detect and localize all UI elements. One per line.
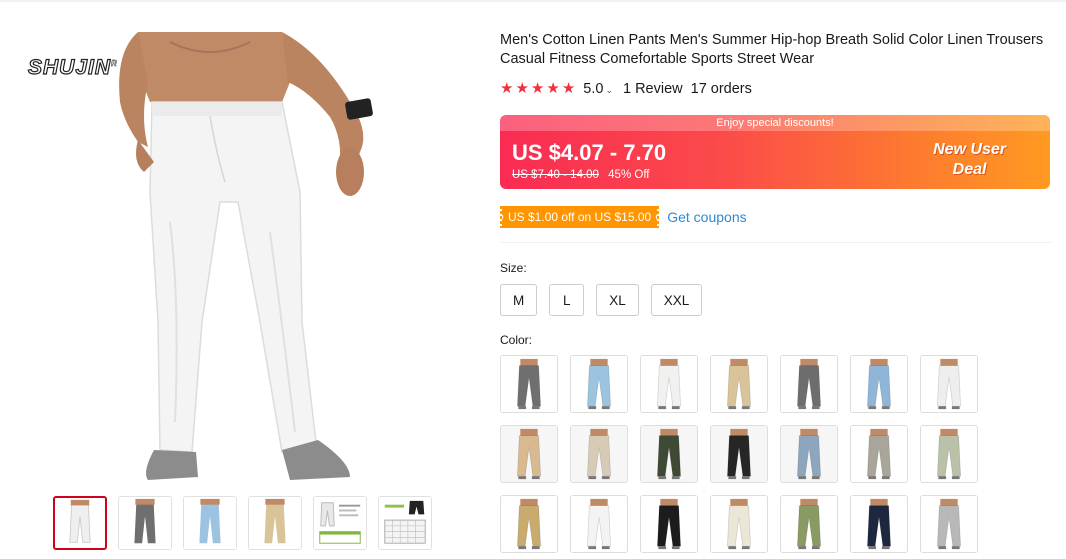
chevron-down-icon[interactable]: ⌄ [605, 85, 613, 96]
pants-thumbnail-image [501, 496, 557, 552]
price-banner: Enjoy special discounts! US $4.07 - 7.70… [500, 115, 1050, 189]
color-swatch[interactable] [640, 425, 698, 483]
color-swatch[interactable] [710, 495, 768, 553]
pants-thumbnail-image [921, 356, 977, 412]
color-swatch-grid [500, 355, 978, 553]
star-icon: ★ [500, 80, 514, 97]
top-divider [0, 0, 1066, 2]
color-swatch[interactable] [570, 495, 628, 553]
color-swatch[interactable] [710, 355, 768, 413]
size-options: M L XL XXL [500, 284, 703, 316]
thumbnail-white[interactable] [53, 496, 107, 550]
discount-percent: 45% Off [608, 169, 650, 181]
price-range: US $4.07 - 7.70 [512, 140, 667, 165]
thumbnail-strip [53, 496, 432, 550]
pants-thumbnail-image [921, 426, 977, 482]
thumbnail-size-table[interactable] [378, 496, 432, 550]
pants-thumbnail-image [781, 356, 837, 412]
color-swatch[interactable] [500, 355, 558, 413]
size-option-xl[interactable]: XL [596, 284, 639, 316]
size-option-m[interactable]: M [500, 284, 538, 316]
star-icon: ★ [530, 80, 545, 97]
star-icon: ★ [546, 80, 560, 97]
product-title: Men's Cotton Linen Pants Men's Summer Hi… [500, 32, 1044, 67]
pants-thumbnail-image [641, 496, 697, 552]
color-swatch[interactable] [920, 495, 978, 553]
thumbnail-size-chart[interactable] [313, 496, 367, 550]
size-label: Size: [500, 261, 527, 275]
main-product-image[interactable]: SHUJINR [20, 22, 460, 484]
pants-thumbnail-image [641, 356, 697, 412]
color-swatch[interactable] [920, 355, 978, 413]
pants-thumbnail-image [571, 496, 627, 552]
pants-thumbnail-image [501, 356, 557, 412]
color-swatch[interactable] [780, 355, 838, 413]
color-swatch[interactable] [640, 355, 698, 413]
pants-thumbnail-image [851, 496, 907, 552]
color-swatch[interactable] [570, 425, 628, 483]
size-option-l[interactable]: L [549, 284, 585, 316]
original-price-row: US $7.40 - 14.00 45% Off [512, 169, 650, 181]
pants-thumbnail-image [781, 496, 837, 552]
product-gallery: SHUJINR [20, 22, 460, 559]
coupon-row: US $1.00 off on US $15.00 Get coupons [500, 206, 747, 228]
original-price: US $7.40 - 14.00 [512, 169, 599, 181]
orders-count: 17 orders [690, 81, 752, 97]
section-divider [500, 242, 1052, 243]
star-icon: ★ [561, 80, 576, 97]
color-swatch[interactable] [850, 425, 908, 483]
rating-stars[interactable]: ★ ★ ★ ★ ★ [500, 81, 575, 97]
pants-thumbnail-image [851, 426, 907, 482]
color-swatch[interactable] [780, 425, 838, 483]
get-coupons-link[interactable]: Get coupons [667, 209, 746, 225]
rating-score[interactable]: 5.0 [583, 81, 603, 97]
deal-line-1: New User [933, 141, 1006, 158]
thumbnail-gray[interactable] [118, 496, 172, 550]
pants-thumbnail-image [711, 356, 767, 412]
thumbnail-khaki[interactable] [248, 496, 302, 550]
pants-thumbnail-image [571, 426, 627, 482]
pants-thumbnail-image [711, 426, 767, 482]
pants-thumbnail-image [501, 426, 557, 482]
reviews-link[interactable]: 1 Review [623, 81, 683, 97]
brand-logo: SHUJINR [27, 55, 118, 80]
coupon-tag[interactable]: US $1.00 off on US $15.00 [500, 206, 660, 228]
pants-thumbnail-image [851, 356, 907, 412]
color-swatch[interactable] [500, 495, 558, 553]
brand-logo-text: SHUJIN [27, 55, 112, 79]
deal-line-2: Deal [952, 161, 987, 178]
discount-note: Enjoy special discounts! [500, 115, 1050, 131]
model-in-white-pants-image [119, 32, 373, 480]
color-swatch[interactable] [640, 495, 698, 553]
color-swatch[interactable] [920, 425, 978, 483]
pants-thumbnail-image [571, 356, 627, 412]
registered-mark: R [111, 59, 118, 69]
new-user-deal-badge: New User Deal [933, 140, 1006, 180]
color-swatch[interactable] [570, 355, 628, 413]
color-swatch[interactable] [850, 355, 908, 413]
pants-thumbnail-image [641, 426, 697, 482]
thumbnail-blue[interactable] [183, 496, 237, 550]
color-swatch[interactable] [850, 495, 908, 553]
size-option-xxl[interactable]: XXL [650, 284, 703, 316]
star-icon: ★ [515, 80, 529, 97]
pants-thumbnail-image [711, 496, 767, 552]
color-swatch[interactable] [710, 425, 768, 483]
color-label: Color: [500, 333, 533, 347]
rating-row: ★ ★ ★ ★ ★ 5.0 ⌄ 1 Review 17 orders [500, 81, 752, 98]
pants-thumbnail-image [781, 426, 837, 482]
color-swatch[interactable] [780, 495, 838, 553]
color-swatch[interactable] [500, 425, 558, 483]
pants-thumbnail-image [921, 496, 977, 552]
